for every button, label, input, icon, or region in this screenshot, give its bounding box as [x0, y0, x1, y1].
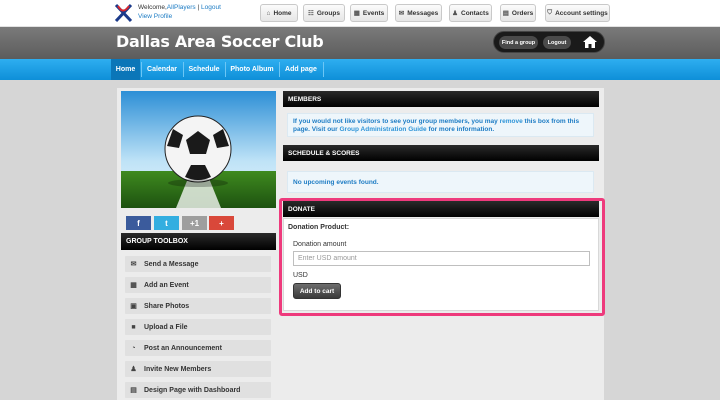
toolbox-item-label: Post an Announcement [144, 344, 222, 352]
top-home-label: Home [273, 9, 292, 17]
top-groups-button[interactable]: ☷ Groups [303, 4, 345, 22]
donation-amount-input[interactable] [293, 251, 590, 266]
share-photos-link[interactable]: ▣ Share Photos [125, 298, 271, 314]
person-icon: ♟ [452, 10, 458, 17]
twitter-share-button[interactable]: t [154, 216, 179, 230]
admin-guide-link[interactable]: Group Administration Guide [339, 126, 426, 133]
donation-product-label: Donation Product: [288, 224, 350, 231]
toolbox-item-label: Share Photos [144, 302, 190, 310]
top-messages-button[interactable]: ✉ Messages [395, 4, 442, 22]
find-group-button[interactable]: Find a group [499, 36, 538, 49]
shield-icon: ⛉ [547, 9, 553, 16]
top-orders-label: Orders [511, 9, 534, 17]
welcome-block: Welcome,AllPlayers | Logout View Profile [138, 3, 221, 21]
nav-add-page[interactable]: Add page [280, 59, 322, 80]
schedule-header: SCHEDULE & SCORES [283, 145, 599, 161]
group-photo[interactable] [121, 91, 276, 208]
add-to-cart-button[interactable]: Add to cart [293, 283, 341, 299]
envelope-icon: ✉ [130, 261, 137, 268]
more-share-button[interactable]: + [209, 216, 234, 230]
members-text-3: for more information. [426, 126, 495, 133]
twitter-icon: t [165, 218, 168, 228]
envelope-icon: ✉ [398, 10, 405, 17]
members-text-1: If you would not like visitors to see yo… [293, 118, 500, 125]
invite-members-link[interactable]: ♟ Invite New Members [125, 361, 271, 377]
top-account-settings-button[interactable]: ⛉ Account settings [545, 4, 610, 22]
photo-icon: ▣ [130, 303, 137, 310]
user-icon: ♟ [130, 366, 137, 373]
facebook-icon: f [137, 218, 140, 228]
allplayers-logo[interactable] [114, 3, 133, 23]
toolbox-item-label: Send a Message [144, 260, 199, 268]
facebook-share-button[interactable]: f [126, 216, 151, 230]
dashboard-icon: ▤ [130, 387, 137, 394]
nav-schedule[interactable]: Schedule [184, 59, 224, 80]
googleplus-icon: +1 [189, 218, 200, 228]
site-header: Dallas Area Soccer Club Find a group Log… [0, 27, 720, 59]
header-logout-button[interactable]: Logout [543, 36, 571, 49]
cart-icon: ▤ [502, 10, 509, 17]
welcome-separator: | [197, 4, 200, 11]
members-header: MEMBERS [283, 91, 599, 107]
toolbox-item-label: Invite New Members [144, 365, 212, 373]
top-groups-label: Groups [316, 9, 340, 17]
toolbox-item-label: Add an Event [144, 281, 189, 289]
rss-icon: ◔ [131, 344, 136, 352]
currency-label: USD [293, 272, 308, 279]
username-link[interactable]: AllPlayers [167, 4, 196, 11]
nav-calendar[interactable]: Calendar [142, 59, 182, 80]
top-contacts-button[interactable]: ♟ Contacts [449, 4, 492, 22]
top-home-button[interactable]: ⌂ Home [260, 4, 298, 22]
remove-box-link[interactable]: remove [500, 118, 523, 125]
googleplus-share-button[interactable]: +1 [182, 216, 207, 230]
folder-icon: ■ [131, 323, 136, 331]
top-messages-label: Messages [407, 9, 439, 17]
welcome-text: Welcome, [138, 4, 167, 11]
toolbox-item-label: Upload a File [144, 323, 188, 331]
members-notice: If you would not like visitors to see yo… [287, 113, 594, 137]
add-event-link[interactable]: ▦ Add an Event [125, 277, 271, 293]
post-announcement-link[interactable]: ◔ Post an Announcement [125, 340, 271, 356]
nav-separator [323, 62, 324, 77]
club-title[interactable]: Dallas Area Soccer Club [116, 32, 324, 51]
toolbox-item-label: Design Page with Dashboard [144, 386, 241, 394]
logout-link[interactable]: Logout [201, 4, 221, 11]
group-toolbox-header: GROUP TOOLBOX [121, 233, 276, 250]
design-page-link[interactable]: ▤ Design Page with Dashboard [125, 382, 271, 398]
top-account-settings-label: Account settings [555, 9, 608, 17]
top-events-label: Events [362, 9, 385, 17]
calendar-icon: ▦ [353, 10, 360, 17]
upload-file-link[interactable]: ■ Upload a File [125, 319, 271, 335]
main-nav: Home Calendar Schedule Photo Album Add p… [0, 59, 720, 80]
top-orders-button[interactable]: ▤ Orders [500, 4, 536, 22]
calendar-icon: ▦ [130, 282, 137, 289]
home-icon: ⌂ [266, 9, 271, 17]
view-profile-link[interactable]: View Profile [138, 13, 172, 20]
groups-icon: ☷ [308, 10, 314, 17]
header-actions: Find a group Logout [493, 31, 605, 53]
home-icon[interactable] [582, 34, 598, 50]
top-events-button[interactable]: ▦ Events [350, 4, 388, 22]
nav-photo-album[interactable]: Photo Album [226, 59, 278, 80]
donation-amount-label: Donation amount [293, 241, 347, 248]
donate-header: DONATE [283, 201, 599, 217]
plus-icon: + [219, 218, 224, 228]
top-bar: Welcome,AllPlayers | Logout View Profile… [0, 0, 720, 27]
nav-home[interactable]: Home [111, 59, 140, 80]
send-message-link[interactable]: ✉ Send a Message [125, 256, 271, 272]
top-contacts-label: Contacts [461, 9, 489, 17]
schedule-empty-message: No upcoming events found. [287, 171, 594, 193]
